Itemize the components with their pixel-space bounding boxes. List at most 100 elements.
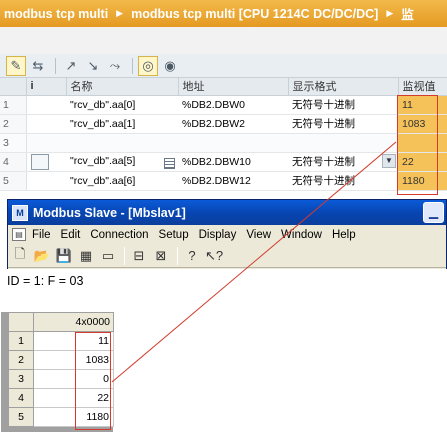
row-name[interactable]: "rcv_db".aa[5] <box>66 152 178 172</box>
window-title: Modbus Slave - [Mbslav1] <box>33 205 186 220</box>
row-number: 5 <box>0 171 27 191</box>
toolbar-divider <box>124 246 125 265</box>
minimize-icon[interactable]: ▁ <box>423 202 444 223</box>
watch-table: i 名称 地址 显示格式 监视值 1 "rcv_db".aa[0] %DB2.D… <box>0 78 447 191</box>
register-value-highlight <box>75 332 111 430</box>
row-info <box>26 171 66 191</box>
row-name[interactable] <box>66 133 178 153</box>
app-icon: M <box>12 204 28 221</box>
register-column-header[interactable]: 4x0000 <box>33 312 114 332</box>
col-name[interactable]: 名称 <box>66 78 179 96</box>
row-checkbox[interactable] <box>30 153 49 170</box>
connect-icon[interactable]: ⊟ <box>129 246 149 266</box>
tia-toolbar: ✎ ⇆ ↗ ↘ ⤳ ◎ ◉ <box>0 54 447 78</box>
document-icon[interactable]: ▤ <box>12 228 26 241</box>
rename-icon[interactable]: ⇆ <box>28 56 48 76</box>
menu-view[interactable]: View <box>246 229 271 241</box>
window-title-bar[interactable]: M Modbus Slave - [Mbslav1] ▁ <box>8 200 446 225</box>
monitor-once-icon[interactable]: ◉ <box>160 56 180 76</box>
monitor-all-icon[interactable]: ◎ <box>138 55 158 76</box>
row-name[interactable]: "rcv_db".aa[0] <box>66 95 178 115</box>
register-grid-area: 4x0000 1 11 2 1083 3 0 4 22 5 1180 <box>1 312 447 432</box>
menu-bar: ▤ File Edit Connection Setup Display Vie… <box>8 225 446 244</box>
col-address[interactable]: 地址 <box>178 78 289 96</box>
table-row-selected[interactable]: 4 "rcv_db".aa[5] %DB2.DBW10 无符号十进制 ▼ 22 <box>0 152 447 172</box>
row-number: 3 <box>0 133 27 153</box>
breadcrumb-device[interactable]: modbus tcp multi [CPU 1214C DC/DC/DC] <box>131 7 378 21</box>
grid-corner <box>8 312 34 332</box>
register-row-number: 5 <box>8 407 34 427</box>
menu-help[interactable]: Help <box>332 229 356 241</box>
watch-table-header: i 名称 地址 显示格式 监视值 <box>0 78 447 96</box>
col-format[interactable]: 显示格式 <box>288 78 399 96</box>
menu-edit[interactable]: Edit <box>61 229 81 241</box>
register-row-number: 2 <box>8 350 34 370</box>
new-file-icon[interactable]: 🗋 <box>10 246 30 266</box>
row-format[interactable]: 无符号十进制 ▼ <box>288 152 398 172</box>
col-rownum <box>0 78 27 96</box>
disconnect-icon[interactable]: ⊠ <box>151 246 171 266</box>
row-info <box>26 114 66 134</box>
breadcrumb-watch[interactable]: 监 <box>401 4 414 23</box>
col-info: i <box>26 78 67 96</box>
grid-header-row: 4x0000 <box>8 312 114 332</box>
help-icon[interactable]: ? <box>182 246 202 266</box>
table-row[interactable]: 5 "rcv_db".aa[6] %DB2.DBW12 无符号十进制 1180 <box>0 171 447 191</box>
menu-window[interactable]: Window <box>281 229 322 241</box>
row-number: 4 <box>0 152 27 172</box>
table-row[interactable]: 1 "rcv_db".aa[0] %DB2.DBW0 无符号十进制 11 <box>0 95 447 115</box>
menu-setup[interactable]: Setup <box>159 229 189 241</box>
row-format[interactable] <box>288 133 398 153</box>
row-name[interactable]: "rcv_db".aa[6] <box>66 171 178 191</box>
chevron-down-icon[interactable]: ▼ <box>382 154 396 168</box>
print-icon[interactable]: ▦ <box>76 246 96 266</box>
row-format[interactable]: 无符号十进制 <box>288 171 398 191</box>
row-address[interactable] <box>178 133 288 153</box>
breadcrumb-separator-icon: ▶ <box>116 8 124 18</box>
row-info <box>26 95 66 115</box>
register-row-number: 3 <box>8 369 34 389</box>
force-icon[interactable]: ⤳ <box>105 56 125 76</box>
register-row-number: 1 <box>8 331 34 351</box>
table-icon[interactable] <box>164 157 175 169</box>
breadcrumb-project[interactable]: modbus tcp multi <box>0 7 108 21</box>
row-info <box>26 152 66 172</box>
row-name[interactable]: "rcv_db".aa[1] <box>66 114 178 134</box>
modbus-slave-window: M Modbus Slave - [Mbslav1] ▁ ▤ File Edit… <box>1 199 447 432</box>
modify-now-icon[interactable]: ↘ <box>83 56 103 76</box>
table-row[interactable]: 2 "rcv_db".aa[1] %DB2.DBW2 无符号十进制 1083 <box>0 114 447 134</box>
slave-id-status: ID = 1: F = 03 <box>7 274 84 288</box>
row-address[interactable]: %DB2.DBW12 <box>178 171 288 191</box>
row-address[interactable]: %DB2.DBW2 <box>178 114 288 134</box>
row-info <box>26 133 66 153</box>
row-address[interactable]: %DB2.DBW0 <box>178 95 288 115</box>
open-folder-icon[interactable]: 📂 <box>32 246 52 266</box>
row-format-text: 无符号十进制 <box>292 156 355 168</box>
grid-background <box>113 312 447 432</box>
menu-file[interactable]: File <box>32 229 51 241</box>
breadcrumb-separator-icon: ▶ <box>386 8 394 18</box>
row-number: 2 <box>0 114 27 134</box>
row-format[interactable]: 无符号十进制 <box>288 114 398 134</box>
mbslav-child-window: ID = 1: F = 03 4x0000 1 11 2 1083 3 0 4 … <box>1 269 447 432</box>
table-row[interactable]: 3 <box>0 133 447 153</box>
modbus-toolbar: 🗋 📂 💾 ▦ ▭ ⊟ ⊠ ? ↖? <box>8 244 446 268</box>
modify-value-icon[interactable]: ↗ <box>61 56 81 76</box>
save-icon[interactable]: 💾 <box>54 246 74 266</box>
menu-display[interactable]: Display <box>199 229 237 241</box>
col-monitor-value[interactable]: 监视值 <box>398 78 447 96</box>
window-icon[interactable]: ▭ <box>98 246 118 266</box>
toolbar-divider <box>55 57 56 74</box>
toolbar-divider <box>132 57 133 74</box>
toolbar-divider <box>177 246 178 265</box>
menu-connection[interactable]: Connection <box>90 229 148 241</box>
tia-breadcrumb-bar: modbus tcp multi ▶ modbus tcp multi [CPU… <box>0 0 447 27</box>
register-row-number: 4 <box>8 388 34 408</box>
monitor-value-highlight <box>397 95 438 195</box>
tia-spacer <box>0 27 447 54</box>
edit-icon[interactable]: ✎ <box>6 55 26 76</box>
row-number: 1 <box>0 95 27 115</box>
context-help-icon[interactable]: ↖? <box>204 246 224 266</box>
row-address[interactable]: %DB2.DBW10 <box>178 152 288 172</box>
row-format[interactable]: 无符号十进制 <box>288 95 398 115</box>
